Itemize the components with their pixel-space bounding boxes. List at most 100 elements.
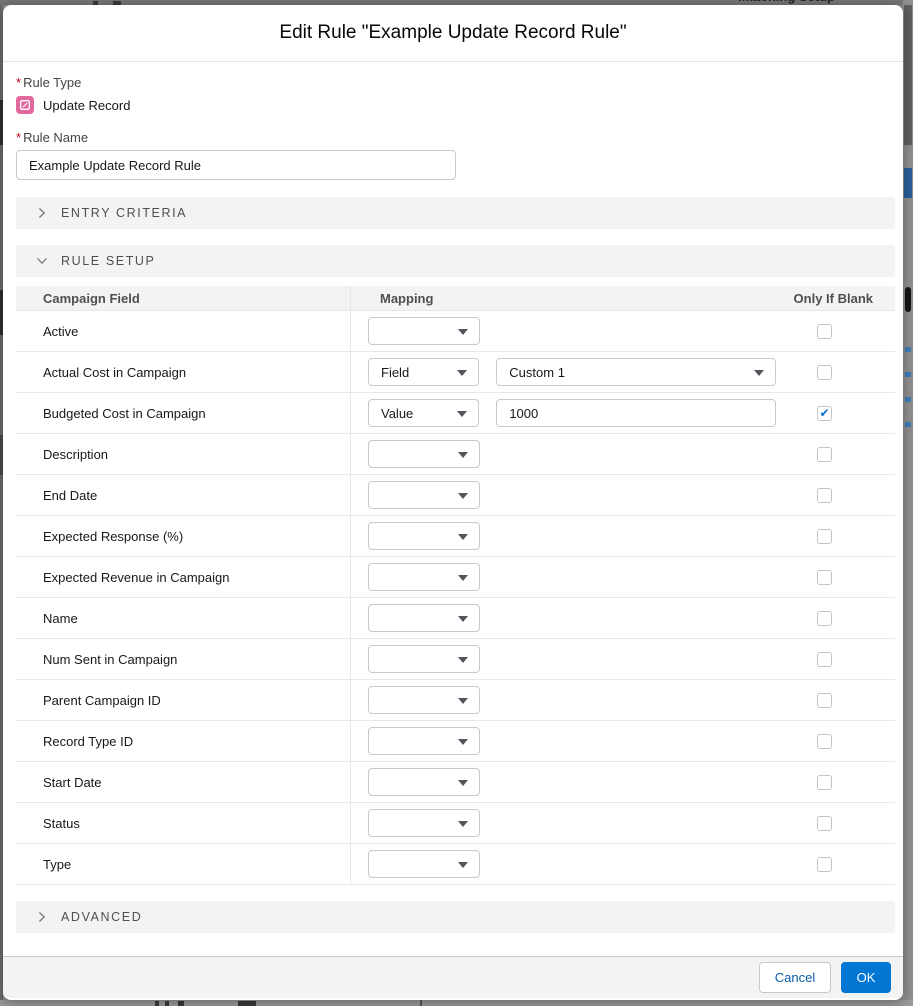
- table-header-row: Campaign Field Mapping Only If Blank: [16, 286, 895, 311]
- mapping-type-value: Value: [381, 406, 413, 421]
- campaign-field-label: Description: [16, 434, 351, 474]
- mapping-type-value: Field: [381, 365, 409, 380]
- only-if-blank-cell: ✔: [776, 816, 895, 831]
- backdrop-scrollbar-thumb[interactable]: [905, 287, 911, 312]
- section-label: RULE SETUP: [61, 254, 156, 268]
- table-row: Num Sent in Campaign ✔: [16, 639, 895, 680]
- rule-name-input[interactable]: [16, 150, 456, 180]
- mapping-cell: [351, 727, 776, 755]
- only-if-blank-cell: ✔: [776, 611, 895, 626]
- only-if-blank-checkbox[interactable]: ✔: [817, 365, 832, 380]
- check-icon: ✔: [819, 407, 829, 419]
- mapping-cell: [351, 317, 776, 345]
- mapping-cell: [351, 809, 776, 837]
- backdrop-fragment: [238, 1001, 256, 1006]
- modal-title: Edit Rule "Example Update Record Rule": [279, 22, 626, 44]
- mapping-cell: Field Custom 1: [351, 358, 776, 386]
- dropdown-caret-icon: [458, 739, 468, 745]
- table-row: Actual Cost in Campaign Field Custom 1 ✔: [16, 352, 895, 393]
- mapping-type-select[interactable]: [368, 317, 480, 345]
- cancel-button[interactable]: Cancel: [759, 962, 831, 993]
- section-advanced[interactable]: ADVANCED: [16, 901, 895, 933]
- table-row: Expected Revenue in Campaign ✔: [16, 557, 895, 598]
- only-if-blank-checkbox[interactable]: ✔: [817, 652, 832, 667]
- campaign-field-label: Num Sent in Campaign: [16, 639, 351, 679]
- only-if-blank-cell: ✔: [776, 365, 895, 380]
- dropdown-caret-icon: [457, 411, 467, 417]
- mapping-value-input[interactable]: [496, 399, 776, 427]
- campaign-field-label: Start Date: [16, 762, 351, 802]
- only-if-blank-cell: ✔: [776, 406, 895, 421]
- mapping-type-select[interactable]: [368, 809, 480, 837]
- campaign-field-label: Expected Revenue in Campaign: [16, 557, 351, 597]
- dropdown-caret-icon: [458, 534, 468, 540]
- column-header-only-if-blank: Only If Blank: [776, 291, 895, 306]
- rule-setup-rows: Active ✔ Actual Cost in Campaign Field C…: [16, 311, 895, 885]
- mapping-type-select[interactable]: [368, 686, 480, 714]
- only-if-blank-checkbox[interactable]: ✔: [817, 775, 832, 790]
- campaign-field-label: Budgeted Cost in Campaign: [16, 393, 351, 433]
- mapping-type-select[interactable]: [368, 727, 480, 755]
- section-rule-setup[interactable]: RULE SETUP: [16, 245, 895, 277]
- rule-type-value-row: Update Record: [16, 95, 895, 115]
- mapping-type-select[interactable]: [368, 850, 480, 878]
- table-row: Status ✔: [16, 803, 895, 844]
- dropdown-caret-icon: [457, 370, 467, 376]
- mapping-cell: Value: [351, 399, 776, 427]
- mapping-type-select[interactable]: Field: [368, 358, 479, 386]
- table-row: Type ✔: [16, 844, 895, 885]
- ok-button[interactable]: OK: [841, 962, 891, 993]
- modal-footer: Cancel OK: [3, 956, 903, 998]
- mapping-field-select[interactable]: Custom 1: [496, 358, 776, 386]
- only-if-blank-checkbox[interactable]: ✔: [817, 857, 832, 872]
- mapping-type-select[interactable]: [368, 768, 480, 796]
- campaign-field-label: Record Type ID: [16, 721, 351, 761]
- campaign-field-label: Type: [16, 844, 351, 884]
- dropdown-caret-icon: [458, 821, 468, 827]
- mapping-type-select[interactable]: [368, 481, 480, 509]
- backdrop-blue-block: [904, 168, 912, 198]
- only-if-blank-checkbox[interactable]: ✔: [817, 693, 832, 708]
- only-if-blank-cell: ✔: [776, 324, 895, 339]
- mapping-cell: [351, 522, 776, 550]
- dropdown-caret-icon: [458, 452, 468, 458]
- backdrop-link-fragment: [905, 397, 911, 402]
- only-if-blank-checkbox[interactable]: ✔: [817, 529, 832, 544]
- campaign-field-label: Parent Campaign ID: [16, 680, 351, 720]
- only-if-blank-checkbox[interactable]: ✔: [817, 816, 832, 831]
- only-if-blank-checkbox[interactable]: ✔: [817, 324, 832, 339]
- modal-header: Edit Rule "Example Update Record Rule": [3, 5, 903, 62]
- only-if-blank-checkbox[interactable]: ✔: [817, 447, 832, 462]
- mapping-type-select[interactable]: [368, 440, 480, 468]
- required-asterisk: *: [16, 75, 21, 90]
- only-if-blank-cell: ✔: [776, 693, 895, 708]
- mapping-type-select[interactable]: [368, 563, 480, 591]
- mapping-cell: [351, 563, 776, 591]
- mapping-type-select[interactable]: [368, 522, 480, 550]
- campaign-field-label: Name: [16, 598, 351, 638]
- rule-type-label: *Rule Type: [16, 75, 895, 90]
- mapping-type-select[interactable]: [368, 645, 480, 673]
- dropdown-caret-icon: [458, 862, 468, 868]
- dropdown-caret-icon: [458, 780, 468, 786]
- dropdown-caret-icon: [458, 575, 468, 581]
- rule-setup-table: Campaign Field Mapping Only If Blank Act…: [16, 286, 895, 885]
- mapping-type-select[interactable]: [368, 604, 480, 632]
- backdrop-fragment: [178, 1001, 184, 1006]
- dropdown-caret-icon: [458, 657, 468, 663]
- only-if-blank-checkbox[interactable]: ✔: [817, 488, 832, 503]
- only-if-blank-cell: ✔: [776, 857, 895, 872]
- section-entry-criteria[interactable]: ENTRY CRITERIA: [16, 197, 895, 229]
- only-if-blank-checkbox[interactable]: ✔: [817, 570, 832, 585]
- campaign-field-label: Actual Cost in Campaign: [16, 352, 351, 392]
- only-if-blank-cell: ✔: [776, 529, 895, 544]
- only-if-blank-cell: ✔: [776, 570, 895, 585]
- required-asterisk: *: [16, 130, 21, 145]
- table-row: End Date ✔: [16, 475, 895, 516]
- only-if-blank-checkbox[interactable]: ✔: [817, 734, 832, 749]
- backdrop-fragment: [904, 5, 912, 145]
- only-if-blank-checkbox[interactable]: ✔: [817, 406, 832, 421]
- only-if-blank-checkbox[interactable]: ✔: [817, 611, 832, 626]
- mapping-type-select[interactable]: Value: [368, 399, 479, 427]
- backdrop-link-fragment: [905, 372, 911, 377]
